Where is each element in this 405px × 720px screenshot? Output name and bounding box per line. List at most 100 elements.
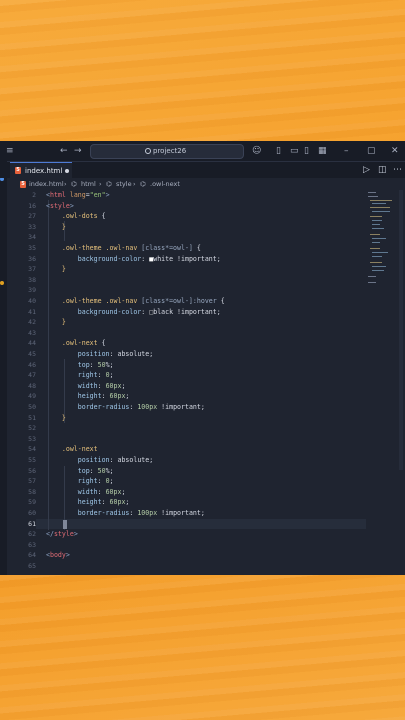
code-line[interactable]: <html lang="en"> bbox=[46, 190, 110, 201]
back-icon[interactable]: ← bbox=[60, 141, 68, 161]
code-line[interactable]: width: 60px; bbox=[46, 487, 126, 498]
line-number: 33 bbox=[28, 222, 36, 231]
code-line[interactable]: top: 50%; bbox=[46, 466, 114, 477]
command-center-search[interactable]: project26 bbox=[90, 144, 244, 159]
line-number: 2 bbox=[32, 191, 36, 199]
line-number: 63 bbox=[28, 540, 36, 549]
code-line[interactable]: .owl-next { bbox=[46, 338, 106, 349]
line-number: 37 bbox=[28, 265, 36, 274]
minimap[interactable] bbox=[366, 190, 402, 300]
line-number: 36 bbox=[28, 254, 36, 263]
editor-tab-bar: 5 index.html ▷ ◫ ⋯ bbox=[0, 160, 405, 180]
code-line[interactable]: height: 60px; bbox=[46, 391, 130, 402]
forward-icon[interactable]: → bbox=[74, 141, 82, 161]
unsaved-dot-icon[interactable] bbox=[65, 169, 69, 173]
background-texture-top bbox=[0, 0, 405, 141]
line-number: 58 bbox=[28, 487, 36, 496]
line-number: 55 bbox=[28, 456, 36, 464]
line-number: 52 bbox=[28, 424, 36, 433]
line-number: 27 bbox=[28, 212, 36, 221]
search-icon bbox=[145, 148, 151, 154]
current-line-highlight bbox=[36, 518, 366, 530]
breadcrumb-html[interactable]: html bbox=[81, 178, 96, 190]
code-line[interactable]: } bbox=[46, 317, 66, 328]
breadcrumb-selector-icon: ⌬ bbox=[140, 180, 146, 188]
line-number: 46 bbox=[28, 360, 36, 369]
code-line[interactable]: right: 0; bbox=[46, 370, 114, 381]
line-number: 65 bbox=[28, 562, 36, 570]
customize-layout-icon[interactable]: ▦ bbox=[318, 141, 327, 161]
code-line[interactable]: .owl-theme .owl-nav [class*=owl-] { bbox=[46, 243, 201, 254]
run-icon[interactable]: ▷ bbox=[363, 160, 370, 180]
toggle-sidebar-icon[interactable]: ▯ bbox=[276, 141, 281, 161]
line-number: 39 bbox=[28, 286, 36, 295]
breadcrumb: 5 index.html › ⌬ html › ⌬ style › ⌬ .owl… bbox=[0, 178, 405, 190]
line-number: 47 bbox=[28, 371, 36, 380]
more-actions-icon[interactable]: ⋯ bbox=[393, 160, 402, 180]
title-bar: ≡ ← → project26 ☺ ▯ ▭ ▯ ▦ – ▢ ✕ bbox=[0, 141, 405, 162]
line-number: 41 bbox=[28, 307, 36, 316]
code-line[interactable]: border-radius: 100px !important; bbox=[46, 402, 205, 413]
background-texture-bottom bbox=[0, 575, 405, 720]
split-editor-icon[interactable]: ◫ bbox=[378, 160, 387, 180]
breadcrumb-sep: › bbox=[133, 180, 136, 188]
line-number: 51 bbox=[28, 413, 36, 422]
breadcrumb-selector[interactable]: .owl-next bbox=[150, 178, 180, 190]
breadcrumb-style[interactable]: style bbox=[116, 178, 132, 190]
line-number: 50 bbox=[28, 403, 36, 411]
menu-icon[interactable]: ≡ bbox=[6, 141, 14, 161]
warning-dot-icon bbox=[0, 281, 4, 285]
breadcrumb-element-icon: ⌬ bbox=[106, 180, 112, 188]
line-number: 38 bbox=[28, 275, 36, 284]
code-line[interactable]: <style> bbox=[46, 201, 74, 212]
code-line[interactable]: top: 50%; bbox=[46, 360, 114, 371]
line-number: 40 bbox=[28, 297, 36, 305]
line-number: 59 bbox=[28, 498, 36, 507]
code-line[interactable]: .owl-dots { bbox=[46, 211, 106, 222]
breadcrumb-sep: › bbox=[99, 180, 102, 188]
minimize-button[interactable]: – bbox=[344, 141, 349, 161]
line-number: 42 bbox=[28, 318, 36, 327]
line-number: 16 bbox=[28, 201, 36, 210]
code-line[interactable]: .owl-next bbox=[46, 444, 102, 455]
breadcrumb-file[interactable]: index.html bbox=[29, 178, 64, 190]
line-number: 64 bbox=[28, 551, 36, 560]
line-number: 57 bbox=[28, 477, 36, 486]
code-line[interactable]: position: absolute; bbox=[46, 455, 153, 466]
code-line[interactable]: border-radius: 100px !important; bbox=[46, 508, 205, 519]
code-line[interactable]: } bbox=[46, 222, 66, 233]
tab-label: index.html bbox=[25, 167, 63, 175]
maximize-button[interactable]: ▢ bbox=[367, 141, 376, 161]
line-number: 53 bbox=[28, 434, 36, 443]
code-line[interactable]: background-color: ■white !important; bbox=[46, 254, 221, 265]
code-line[interactable]: right: 0; bbox=[46, 476, 114, 487]
toggle-secondary-sidebar-icon[interactable]: ▯ bbox=[304, 141, 309, 161]
tab-index-html[interactable]: 5 index.html bbox=[10, 162, 72, 179]
line-number: 49 bbox=[28, 392, 36, 401]
close-button[interactable]: ✕ bbox=[391, 141, 399, 161]
code-line[interactable]: } bbox=[46, 413, 66, 424]
line-number: 56 bbox=[28, 466, 36, 475]
copilot-icon[interactable]: ☺ bbox=[252, 141, 261, 161]
breadcrumb-sep: › bbox=[64, 180, 67, 188]
line-number: 34 bbox=[28, 233, 36, 242]
code-line[interactable]: width: 60px; bbox=[46, 381, 126, 392]
code-line[interactable]: <body> bbox=[46, 550, 70, 561]
vertical-scrollbar[interactable] bbox=[399, 190, 403, 470]
code-line[interactable]: height: 60px; bbox=[46, 497, 130, 508]
toggle-panel-icon[interactable]: ▭ bbox=[290, 141, 299, 161]
code-line[interactable]: </style> bbox=[46, 529, 78, 540]
code-line[interactable]: background-color: □black !important; bbox=[46, 307, 221, 318]
line-number: 44 bbox=[28, 339, 36, 348]
line-number: 45 bbox=[28, 350, 36, 358]
line-number: 61 bbox=[28, 519, 36, 528]
breadcrumb-element-icon: ⌬ bbox=[71, 180, 77, 188]
code-editor-window: ≡ ← → project26 ☺ ▯ ▭ ▯ ▦ – ▢ ✕ 5 index.… bbox=[0, 141, 405, 575]
code-line[interactable]: position: absolute; bbox=[46, 349, 153, 360]
search-text: project26 bbox=[153, 147, 187, 155]
code-line[interactable]: } bbox=[46, 264, 66, 275]
code-line[interactable]: .owl-theme .owl-nav [class*=owl-]:hover … bbox=[46, 296, 225, 307]
line-number: 48 bbox=[28, 381, 36, 390]
text-cursor bbox=[63, 519, 67, 529]
line-number: 60 bbox=[28, 509, 36, 517]
